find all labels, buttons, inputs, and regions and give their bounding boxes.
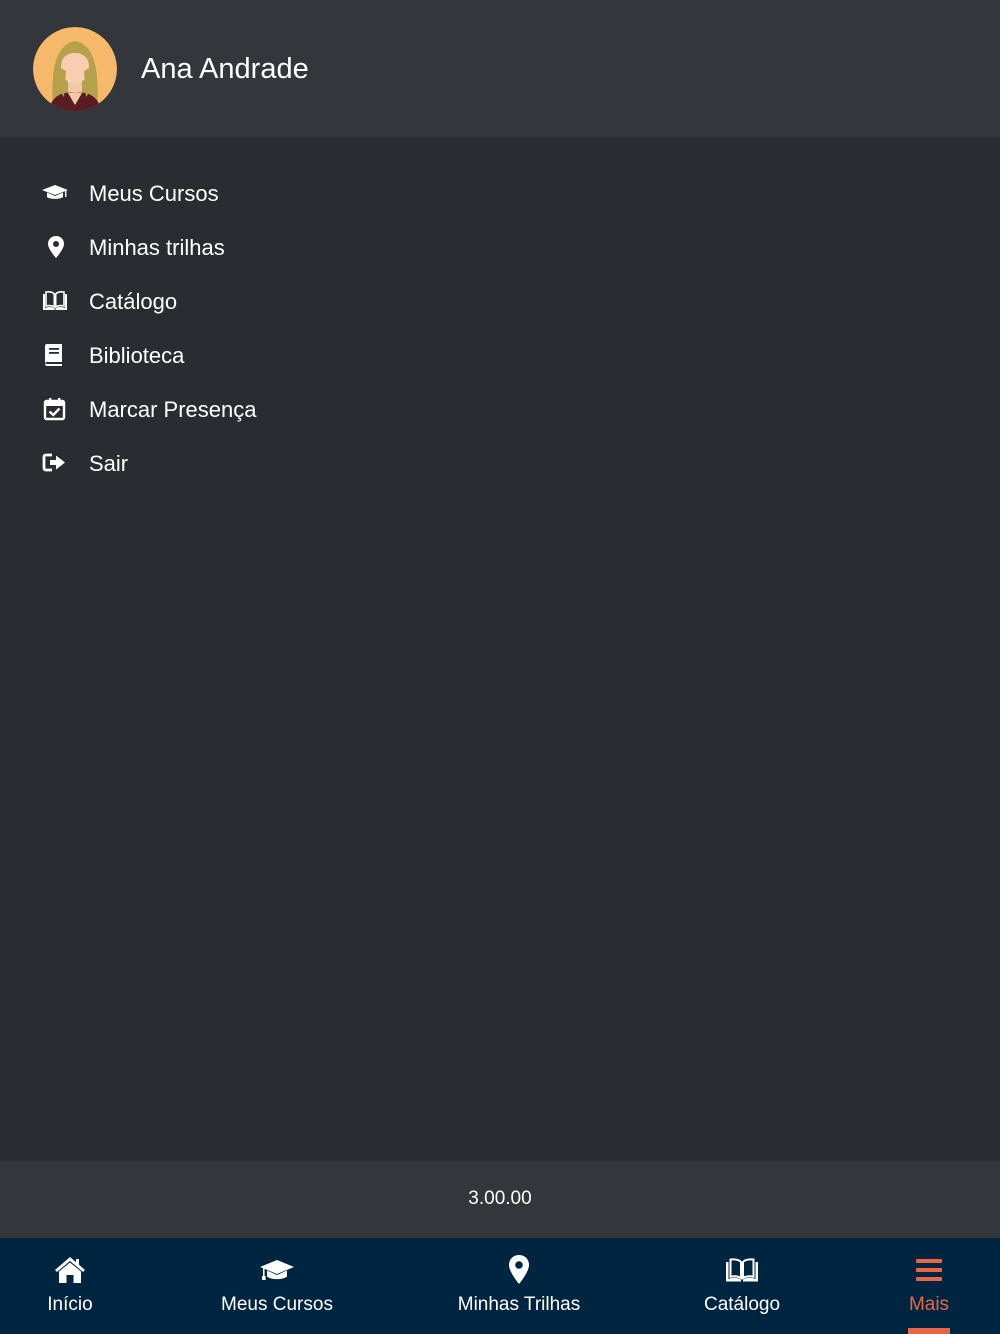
home-icon bbox=[52, 1253, 88, 1287]
user-avatar-icon bbox=[33, 27, 117, 111]
nav-tab-catalogo[interactable]: Catálogo bbox=[682, 1238, 802, 1334]
open-book-icon bbox=[41, 287, 69, 315]
nav-tab-label: Meus Cursos bbox=[221, 1294, 333, 1315]
avatar[interactable] bbox=[33, 27, 117, 111]
menu-item-minhas-trilhas[interactable]: Minhas trilhas bbox=[0, 221, 1000, 275]
nav-tab-label: Início bbox=[47, 1294, 93, 1315]
menu-item-label: Sair bbox=[89, 451, 129, 476]
app-screen: Ana Andrade Meus Cursos Minhas trilhas C… bbox=[0, 0, 1000, 1334]
nav-tab-label: Minhas Trilhas bbox=[457, 1294, 581, 1315]
map-pin-icon bbox=[501, 1253, 537, 1287]
menu-item-catalogo[interactable]: Catálogo bbox=[0, 275, 1000, 329]
app-version: 3.00.00 bbox=[468, 1188, 532, 1209]
version-bar: 3.00.00 bbox=[0, 1161, 1000, 1238]
menu-item-label: Catálogo bbox=[89, 289, 178, 314]
active-tab-indicator bbox=[908, 1328, 950, 1334]
menu-item-sair[interactable]: Sair bbox=[0, 437, 1000, 491]
open-book-icon bbox=[724, 1253, 760, 1287]
nav-tab-meus-cursos[interactable]: Meus Cursos bbox=[197, 1238, 357, 1334]
profile-header: Ana Andrade bbox=[0, 0, 1000, 137]
main-menu: Meus Cursos Minhas trilhas Catálogo Bibl… bbox=[0, 167, 1000, 491]
nav-tab-mais[interactable]: Mais bbox=[889, 1238, 969, 1334]
menu-item-label: Marcar Presença bbox=[89, 397, 257, 422]
menu-item-marcar-presenca[interactable]: Marcar Presença bbox=[0, 383, 1000, 437]
bottom-navigation: Início Meus Cursos Minhas Trilhas Catálo… bbox=[0, 1238, 1000, 1334]
calendar-check-icon bbox=[41, 395, 69, 423]
nav-tab-minhas-trilhas[interactable]: Minhas Trilhas bbox=[434, 1238, 604, 1334]
hamburger-menu-icon bbox=[911, 1253, 947, 1287]
book-icon bbox=[41, 341, 69, 369]
map-pin-icon bbox=[41, 233, 69, 261]
nav-tab-label: Catálogo bbox=[703, 1294, 781, 1315]
menu-item-meus-cursos[interactable]: Meus Cursos bbox=[0, 167, 1000, 221]
menu-item-biblioteca[interactable]: Biblioteca bbox=[0, 329, 1000, 383]
graduation-cap-icon bbox=[259, 1253, 295, 1287]
nav-tab-inicio[interactable]: Início bbox=[10, 1238, 130, 1334]
menu-item-label: Biblioteca bbox=[89, 343, 185, 368]
menu-item-label: Minhas trilhas bbox=[89, 235, 225, 260]
graduation-cap-icon bbox=[41, 179, 69, 207]
nav-tab-label: Mais bbox=[908, 1294, 950, 1315]
menu-item-label: Meus Cursos bbox=[89, 181, 219, 206]
profile-name: Ana Andrade bbox=[141, 53, 309, 85]
sign-out-icon bbox=[41, 449, 69, 477]
